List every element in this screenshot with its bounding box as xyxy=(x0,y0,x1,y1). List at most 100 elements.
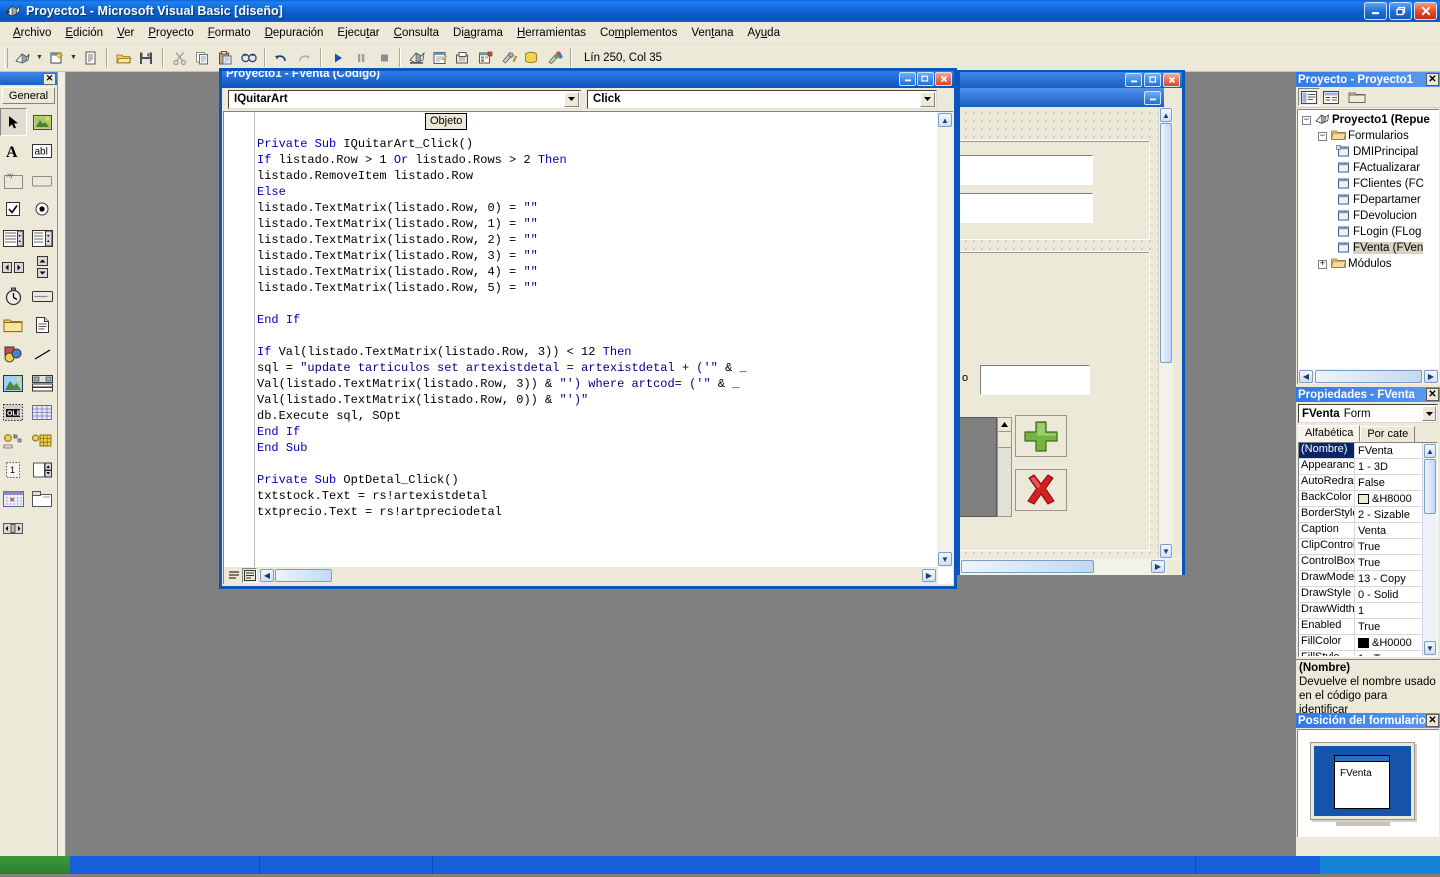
code-scroll-down-arrow-icon[interactable]: ▼ xyxy=(938,552,952,566)
listbox-icon[interactable] xyxy=(29,224,56,252)
form-designer-close-button[interactable] xyxy=(1163,73,1180,87)
start-icon[interactable] xyxy=(326,47,349,69)
pointer-icon[interactable] xyxy=(0,108,27,136)
toolbox-icon[interactable] xyxy=(497,47,520,69)
form-designer-minimize-button[interactable] xyxy=(1125,73,1142,87)
project-tree-hscrollbar[interactable]: ◀ ▶ xyxy=(1298,369,1439,384)
tree-node-modulos[interactable]: + Módulos xyxy=(1300,256,1439,272)
shape-icon[interactable] xyxy=(0,340,27,368)
adodc-icon[interactable]: 1 xyxy=(0,427,27,455)
menu-depuracion[interactable]: Depuración xyxy=(258,25,331,41)
tab-alfabetica[interactable]: Alfabética xyxy=(1298,425,1360,442)
slider-icon[interactable] xyxy=(0,514,27,542)
find-icon[interactable] xyxy=(237,47,260,69)
properties-scroll-down-arrow-icon[interactable]: ▼ xyxy=(1424,641,1436,655)
properties-scroll-up-arrow-icon[interactable]: ▲ xyxy=(1424,444,1436,458)
add-project-icon[interactable] xyxy=(11,47,34,69)
form-resize-grip[interactable] xyxy=(1167,560,1181,574)
line-icon[interactable] xyxy=(29,340,56,368)
object-dropdown-chevron-down-icon[interactable] xyxy=(564,92,579,107)
datecombo-icon[interactable]: 1 xyxy=(0,456,27,484)
code-hscroll-thumb[interactable] xyxy=(275,569,332,582)
table-row[interactable]: DrawWidth 1 xyxy=(1299,603,1437,619)
minimize-button[interactable] xyxy=(1364,2,1387,20)
project-tree[interactable]: − Proyecto1 (Repue − Formularios xyxy=(1297,109,1439,384)
object-dropdown[interactable]: IQuitarArt xyxy=(228,90,581,109)
table-row[interactable]: (Nombre) FVenta xyxy=(1299,443,1437,459)
add-project-chevron-down-icon[interactable]: ▼ xyxy=(34,47,45,69)
menu-consulta[interactable]: Consulta xyxy=(387,25,446,41)
project-collapse-toggle[interactable]: − xyxy=(1302,116,1311,125)
properties-object-dropdown[interactable]: FVenta Form xyxy=(1298,404,1438,423)
tree-node-fclientes[interactable]: FClientes (FC xyxy=(1300,176,1439,192)
properties-scroll-thumb[interactable] xyxy=(1424,459,1436,514)
toggle-folders-icon[interactable] xyxy=(1346,88,1368,106)
code-hscroll-left-arrow-icon[interactable]: ◀ xyxy=(260,569,274,582)
code-vscrollbar[interactable]: ▲ ▼ xyxy=(937,112,953,567)
monthview-icon[interactable] xyxy=(0,485,27,513)
combobox-icon[interactable] xyxy=(0,224,27,252)
form-scroll-down-arrow-icon[interactable]: ▼ xyxy=(1160,544,1172,558)
project-hscroll-thumb[interactable] xyxy=(1315,370,1422,383)
code-close-button[interactable] xyxy=(935,72,952,86)
tree-node-fdevolucion[interactable]: FDevolucion xyxy=(1300,208,1439,224)
component-manager-icon[interactable] xyxy=(543,47,566,69)
table-row[interactable]: ClipControls True xyxy=(1299,539,1437,555)
add-form-icon[interactable] xyxy=(45,47,68,69)
textbox-icon[interactable]: abl xyxy=(29,137,56,165)
tree-node-formularios[interactable]: − Formularios xyxy=(1300,128,1439,144)
toolbox-close-icon[interactable]: ✕ xyxy=(43,73,56,85)
form-designer-restore-button[interactable] xyxy=(1144,73,1161,87)
taskbar-tasks[interactable] xyxy=(70,856,1320,874)
filelistbox-icon[interactable] xyxy=(29,311,56,339)
grid-icon[interactable] xyxy=(29,398,56,426)
add-green-plus-button[interactable] xyxy=(1015,415,1067,457)
form-grid-scroll[interactable] xyxy=(997,417,1012,517)
image-icon[interactable] xyxy=(0,369,27,397)
form-hscroll-right-arrow-icon[interactable]: ▶ xyxy=(1151,560,1165,573)
menu-ventana[interactable]: Ventana xyxy=(684,25,740,41)
project-hscroll-right-arrow-icon[interactable]: ▶ xyxy=(1424,370,1438,383)
menu-diagrama[interactable]: Diagrama xyxy=(446,25,510,41)
procedure-view-icon[interactable] xyxy=(226,568,241,583)
redo-icon[interactable] xyxy=(293,47,316,69)
data-icon[interactable] xyxy=(29,369,56,397)
project-explorer-icon[interactable] xyxy=(405,47,428,69)
checkbox-icon[interactable] xyxy=(0,195,27,223)
tree-node-factualizarar[interactable]: FActualizarar xyxy=(1300,160,1439,176)
form-scroll-up-arrow-icon[interactable]: ▲ xyxy=(1160,108,1172,122)
form-position-form-thumbnail[interactable]: FVenta xyxy=(1334,755,1390,809)
form-designer-hscrollbar[interactable]: ▶ xyxy=(960,559,1182,575)
menu-edicion[interactable]: Edición xyxy=(58,25,110,41)
form-minimize-button[interactable] xyxy=(1144,91,1161,105)
tree-node-fventa[interactable]: FVenta (FVen xyxy=(1300,240,1439,256)
menu-ayuda[interactable]: Ayuda xyxy=(741,25,787,41)
menu-editor-icon[interactable] xyxy=(79,47,102,69)
tree-node-dmiprincipal[interactable]: DMIPrincipal xyxy=(1300,144,1439,160)
project-explorer-close-icon[interactable]: ✕ xyxy=(1426,73,1439,86)
picturebox-icon[interactable] xyxy=(29,108,56,136)
break-icon[interactable] xyxy=(349,47,372,69)
restore-button[interactable] xyxy=(1389,2,1412,20)
menu-herramientas[interactable]: Herramientas xyxy=(510,25,593,41)
code-editor-area[interactable]: Private Sub IQuitarArt_Click() If listad… xyxy=(223,111,953,584)
properties-close-icon[interactable]: ✕ xyxy=(1426,388,1439,401)
start-button[interactable] xyxy=(0,856,70,874)
table-row[interactable]: BackColor &H8000 xyxy=(1299,491,1437,507)
view-code-icon[interactable] xyxy=(1298,88,1320,106)
undo-icon[interactable] xyxy=(270,47,293,69)
table-row[interactable]: FillColor &H0000 xyxy=(1299,635,1437,651)
drivelistbox-icon[interactable] xyxy=(29,282,56,310)
code-hscroll-right-arrow-icon[interactable]: ▶ xyxy=(922,569,936,582)
form-position-canvas[interactable]: FVenta xyxy=(1297,729,1439,837)
properties-window-icon[interactable] xyxy=(428,47,451,69)
hscrollbar-icon[interactable] xyxy=(0,253,27,281)
menu-ver[interactable]: Ver xyxy=(110,25,141,41)
system-tray[interactable] xyxy=(1320,856,1440,874)
toolbox-tab-general[interactable]: General xyxy=(2,87,55,104)
ole-icon[interactable]: OLE xyxy=(0,398,27,426)
data-view-icon[interactable] xyxy=(520,47,543,69)
procedure-dropdown-chevron-down-icon[interactable] xyxy=(920,92,935,107)
table-row[interactable]: Enabled True xyxy=(1299,619,1437,635)
paste-icon[interactable] xyxy=(214,47,237,69)
